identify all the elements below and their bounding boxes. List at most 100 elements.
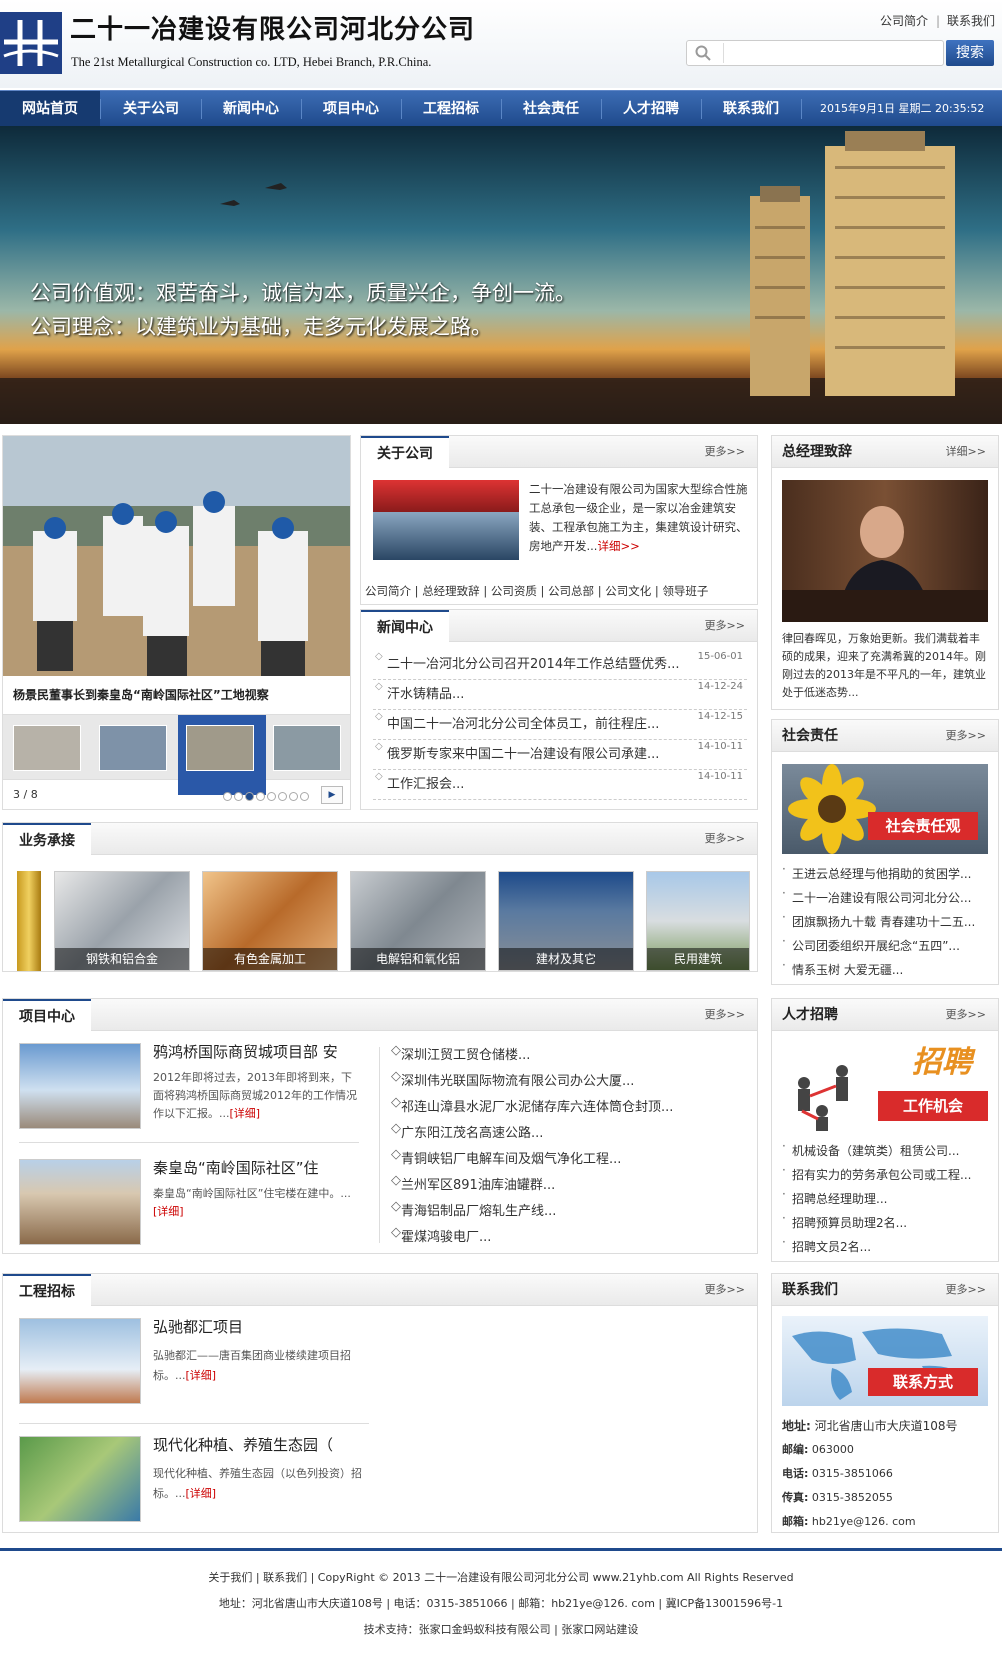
- job-item[interactable]: · 招聘预算员助理2名...: [780, 1211, 992, 1235]
- logo[interactable]: [0, 12, 62, 74]
- footer-line-support[interactable]: 技术支持：张家口金蚂蚁科技有限公司 | 张家口网站建设: [0, 1617, 1002, 1643]
- nav-jobs[interactable]: 人才招聘: [601, 91, 701, 127]
- news-item[interactable]: ◇ 汗水铸精品... 14-12-24: [373, 680, 747, 710]
- nav-news[interactable]: 新闻中心: [201, 91, 301, 127]
- news-item-title[interactable]: 工作汇报会...: [387, 777, 464, 792]
- project-feature-detail-link[interactable]: [详细]: [230, 1107, 261, 1120]
- toplink-about[interactable]: 公司简介: [880, 14, 928, 30]
- news-item[interactable]: ◇ 二十一冶河北分公司召开2014年工作总结暨优秀... 15-06-01: [373, 650, 747, 680]
- nav-tender[interactable]: 工程招标: [401, 91, 501, 127]
- footer-line-links[interactable]: 关于我们 | 联系我们 | CopyRight © 2013 二十一冶建设有限公…: [0, 1565, 1002, 1591]
- tender-item-image[interactable]: [19, 1436, 141, 1522]
- tender-item-image[interactable]: [19, 1318, 141, 1404]
- gm-photo[interactable]: [782, 480, 988, 622]
- job-item[interactable]: · 招有实力的劳务承包公司或工程...: [780, 1163, 992, 1187]
- about-link-profile[interactable]: 公司简介: [365, 584, 411, 598]
- job-item[interactable]: · 招聘文员2名...: [780, 1235, 992, 1259]
- news-more-link[interactable]: 更多>>: [705, 610, 745, 642]
- news-item-title[interactable]: 中国二十一冶河北分公司全体员工，前往程庄...: [387, 717, 659, 732]
- social-item[interactable]: · 公司团委组织开展纪念“五四”...: [780, 934, 992, 958]
- slider-caption[interactable]: 杨景民董事长到秦皇岛“南岭国际社区”工地视察: [13, 688, 269, 704]
- job-item[interactable]: · 机械设备（建筑类）租赁公司...: [780, 1139, 992, 1163]
- slider-thumb[interactable]: [273, 725, 341, 771]
- tender-item-title[interactable]: 弘驰都汇项目: [153, 1318, 243, 1338]
- social-item[interactable]: · 二十一冶建设有限公司河北分公...: [780, 886, 992, 910]
- slider-dot[interactable]: [289, 792, 298, 801]
- project-feature-detail-link[interactable]: [详细]: [153, 1205, 184, 1218]
- project-feature-image[interactable]: [19, 1159, 141, 1245]
- slider-next-button[interactable]: ▶: [321, 786, 343, 804]
- social-more-link[interactable]: 更多>>: [946, 720, 986, 752]
- slider-thumb[interactable]: [186, 725, 254, 771]
- slider-main-image[interactable]: [3, 436, 350, 676]
- tender-detail-link[interactable]: [详细]: [186, 1487, 217, 1500]
- toplink-contact[interactable]: 联系我们: [947, 14, 995, 30]
- news-item[interactable]: ◇ 俄罗斯专家来中国二十一冶建设有限公司承建... 14-10-11: [373, 740, 747, 770]
- project-feature-title[interactable]: 秦皇岛“南岭国际社区”住: [153, 1159, 319, 1179]
- project-item[interactable]: ◇ 兰州军区891油库油罐群...: [389, 1173, 749, 1199]
- nav-social[interactable]: 社会责任: [501, 91, 601, 127]
- business-more-link[interactable]: 更多>>: [705, 823, 745, 855]
- contact-more-link[interactable]: 更多>>: [946, 1274, 986, 1306]
- project-item[interactable]: ◇ 青铜峡铝厂电解车间及烟气净化工程...: [389, 1147, 749, 1173]
- slider-dot[interactable]: [256, 792, 265, 801]
- social-banner[interactable]: 社会责任观: [782, 764, 988, 854]
- about-link-culture[interactable]: 公司文化: [605, 584, 651, 598]
- about-image[interactable]: [373, 480, 519, 560]
- project-feature-title[interactable]: 鸦鸿桥国际商贸城项目部 安: [153, 1043, 338, 1063]
- contact-row-email[interactable]: 邮箱: hb21ye@126. com: [782, 1510, 994, 1534]
- news-item[interactable]: ◇ 中国二十一冶河北分公司全体员工，前往程庄... 14-12-15: [373, 710, 747, 740]
- search-input[interactable]: [723, 43, 913, 63]
- social-item[interactable]: · 王进云总经理与他捐助的贫困学...: [780, 862, 992, 886]
- project-feature[interactable]: 秦皇岛“南岭国际社区”住 秦皇岛“南岭国际社区”住宅楼在建中。...[详细]: [19, 1159, 359, 1249]
- about-link-leadership[interactable]: 领导班子: [662, 584, 708, 598]
- about-link-qualification[interactable]: 公司资质: [491, 584, 537, 598]
- social-item[interactable]: · 团旗飘扬九十载 青春建功十二五...: [780, 910, 992, 934]
- slider-dot[interactable]: [278, 792, 287, 801]
- slider-thumb[interactable]: [13, 725, 81, 771]
- jobs-banner[interactable]: 招聘 工作机会: [782, 1041, 988, 1131]
- nav-home[interactable]: 网站首页: [0, 91, 100, 127]
- slider-dot[interactable]: [300, 792, 309, 801]
- tender-more-link[interactable]: 更多>>: [705, 1274, 745, 1306]
- news-item-title[interactable]: 二十一冶河北分公司召开2014年工作总结暨优秀...: [387, 657, 679, 672]
- business-item[interactable]: 民用建筑: [646, 871, 750, 971]
- news-item[interactable]: ◇ 工作汇报会... 14-10-11: [373, 770, 747, 800]
- nav-about[interactable]: 关于公司: [101, 91, 201, 127]
- social-item[interactable]: · 情系玉树 大爱无疆...: [780, 958, 992, 982]
- nav-projects[interactable]: 项目中心: [301, 91, 401, 127]
- slider-dot-active[interactable]: [245, 792, 254, 801]
- tender-item[interactable]: 弘驰都汇项目 弘驰都汇——唐百集团商业楼续建项目招标。...[详细]: [19, 1318, 369, 1424]
- project-item[interactable]: ◇ 广东阳江茂名高速公路...: [389, 1121, 749, 1147]
- about-link-hq[interactable]: 公司总部: [548, 584, 594, 598]
- gm-detail-link[interactable]: 详细>>: [946, 436, 986, 468]
- search-button[interactable]: 搜索: [946, 40, 994, 66]
- business-item[interactable]: 钢铁和铝合金: [54, 871, 190, 971]
- business-item[interactable]: 建材及其它: [498, 871, 634, 971]
- project-feature[interactable]: 鸦鸿桥国际商贸城项目部 安 2012年即将过去，2013年即将到来，下面将鸦鸿桥…: [19, 1043, 359, 1143]
- project-item[interactable]: ◇ 青海铝制品厂熔轧生产线...: [389, 1199, 749, 1225]
- nav-contact[interactable]: 联系我们: [701, 91, 801, 127]
- news-item-title[interactable]: 汗水铸精品...: [387, 687, 464, 702]
- slider-dot[interactable]: [267, 792, 276, 801]
- contact-banner[interactable]: 联系方式: [782, 1316, 988, 1406]
- tender-detail-link[interactable]: [详细]: [186, 1369, 217, 1382]
- business-item[interactable]: 电解铝和氧化铝: [350, 871, 486, 971]
- slider-thumb[interactable]: [99, 725, 167, 771]
- projects-more-link[interactable]: 更多>>: [705, 999, 745, 1031]
- project-item[interactable]: ◇ 深圳伟光联国际物流有限公司办公大厦...: [389, 1069, 749, 1095]
- slider-dot[interactable]: [223, 792, 232, 801]
- project-item[interactable]: ◇ 深圳江贸工贸仓储楼...: [389, 1043, 749, 1069]
- project-item[interactable]: ◇ 霍煤鸿骏电厂...: [389, 1225, 749, 1251]
- news-item-title[interactable]: 俄罗斯专家来中国二十一冶建设有限公司承建...: [387, 747, 659, 762]
- about-more-link[interactable]: 更多>>: [705, 436, 745, 468]
- slider-dot[interactable]: [234, 792, 243, 801]
- about-detail-link[interactable]: 详细>>: [597, 539, 639, 553]
- tender-item[interactable]: 现代化种植、养殖生态园（ 现代化种植、养殖生态园（以色列投资）招标。...[详细…: [19, 1436, 369, 1526]
- jobs-more-link[interactable]: 更多>>: [946, 999, 986, 1031]
- project-feature-image[interactable]: [19, 1043, 141, 1129]
- project-item[interactable]: ◇ 祁连山漳县水泥厂水泥储存库六连体筒仓封顶...: [389, 1095, 749, 1121]
- business-item[interactable]: 有色金属加工: [202, 871, 338, 971]
- job-item[interactable]: · 招聘总经理助理...: [780, 1187, 992, 1211]
- about-link-gm[interactable]: 总经理致辞: [422, 584, 480, 598]
